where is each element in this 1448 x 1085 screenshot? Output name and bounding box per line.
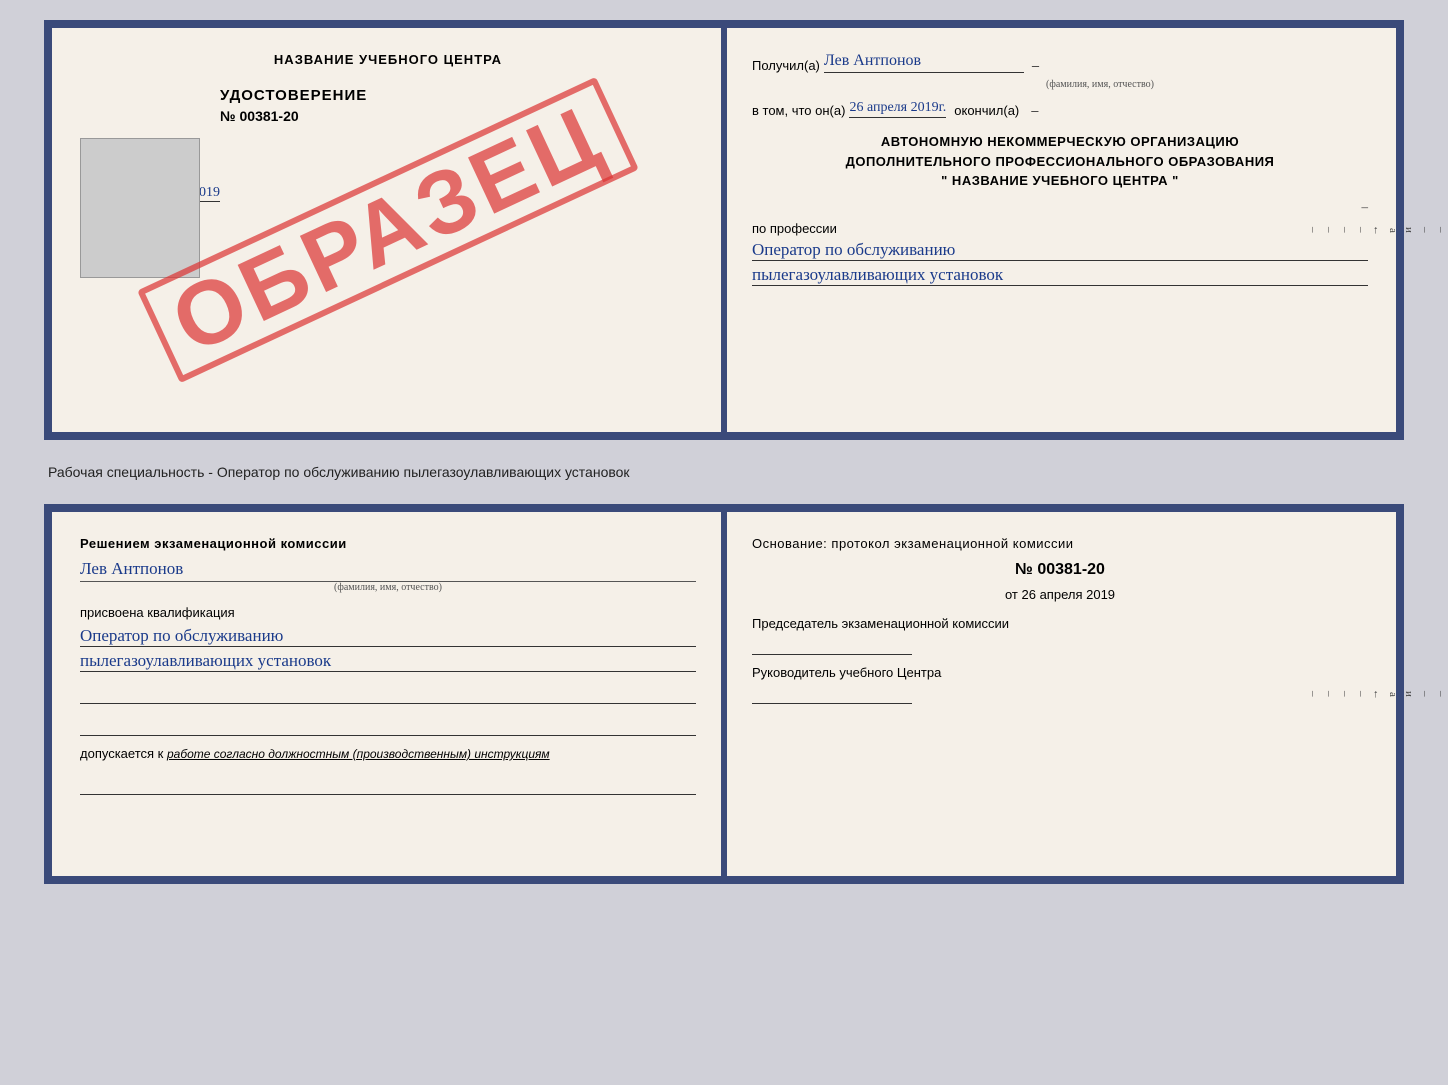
lower-right-page: Основание: протокол экзаменационной коми… (724, 512, 1396, 876)
dash1: – (1032, 58, 1039, 73)
photo-placeholder (80, 138, 200, 278)
cert-number: № 00381-20 (220, 108, 696, 124)
vtom-label: в том, что он(а) (752, 103, 845, 118)
dash3: – (752, 199, 1368, 215)
dopusk-row: допускается к работе согласно должностны… (80, 746, 696, 761)
poluchil-label: Получил(а) (752, 58, 820, 73)
org-block: АВТОНОМНУЮ НЕКОММЕРЧЕСКУЮ ОРГАНИЗАЦИЮ ДО… (752, 132, 1368, 191)
document-wrapper: НАЗВАНИЕ УЧЕБНОГО ЦЕНТРА УДОСТОВЕРЕНИЕ №… (44, 20, 1404, 884)
separator-text: Рабочая специальность - Оператор по обсл… (44, 464, 1404, 480)
cert-title: НАЗВАНИЕ УЧЕБНОГО ЦЕНТРА (80, 52, 696, 67)
okochil-label: окончил(а) (954, 103, 1019, 118)
ot-date: 26 апреля 2019 (1022, 587, 1116, 602)
lower-certificate-book: Решением экзаменационной комиссии Лев Ан… (44, 504, 1404, 884)
dopuskaetsya-label: допускается к (80, 746, 163, 761)
name-subtitle: (фамилия, имя, отчество) (832, 79, 1368, 90)
signature-line-1 (80, 676, 696, 704)
cert-middle: УДОСТОВЕРЕНИЕ № 00381-20 (220, 87, 696, 124)
recipient-row: Получил(а) Лев Антпонов – (752, 52, 1368, 73)
bold-line1: АВТОНОМНУЮ НЕКОММЕРЧЕСКУЮ ОРГАНИЗАЦИЮ (752, 132, 1368, 152)
lower-right-sidebar: – – – и а ← – – – – (1374, 512, 1396, 876)
recipient-name: Лев Антпонов (824, 52, 1024, 73)
prisvoena-label: присвоена квалификация (80, 605, 696, 620)
lower-name-subtitle: (фамилия, имя, отчество) (80, 581, 696, 593)
lower-left-page: Решением экзаменационной комиссии Лев Ан… (52, 512, 724, 876)
upper-certificate-book: НАЗВАНИЕ УЧЕБНОГО ЦЕНТРА УДОСТОВЕРЕНИЕ №… (44, 20, 1404, 440)
ot-label: от (1005, 587, 1018, 602)
predsedatel-block: Председатель экзаменационной комиссии (752, 616, 1368, 655)
profession-line2: пылегазоулавливающих установок (752, 265, 1368, 286)
predsedatel-sig-line (752, 635, 912, 655)
dash2: – (1031, 103, 1038, 118)
lower-section-title: Решением экзаменационной комиссии (80, 536, 696, 551)
lower-person-name: Лев Антпонов (80, 559, 696, 579)
po-professii-label: по профессии (752, 221, 1368, 236)
protocol-number: № 00381-20 (752, 561, 1368, 579)
bold-line3: " НАЗВАНИЕ УЧЕБНОГО ЦЕНТРА " (752, 171, 1368, 191)
dopusk-text: работе согласно должностным (производств… (167, 747, 550, 761)
udostoverenie-label: УДОСТОВЕРЕНИЕ (220, 87, 696, 104)
rukovoditel-label: Руководитель учебного Центра (752, 665, 1368, 680)
right-sidebar: – – – и а ← – – – – (1374, 28, 1396, 432)
rukovoditel-sig-line (752, 684, 912, 704)
protocol-date-row: от 26 апреля 2019 (752, 587, 1368, 602)
osnovaniye-label: Основание: протокол экзаменационной коми… (752, 536, 1368, 551)
predsedatel-label: Председатель экзаменационной комиссии (752, 616, 1368, 631)
rukovoditel-block: Руководитель учебного Центра (752, 665, 1368, 704)
lower-qual-line2: пылегазоулавливающих установок (80, 651, 696, 672)
profession-line1: Оператор по обслуживанию (752, 240, 1368, 261)
vtom-row: в том, что он(а) 26 апреля 2019г. окончи… (752, 100, 1368, 118)
bold-line2: ДОПОЛНИТЕЛЬНОГО ПРОФЕССИОНАЛЬНОГО ОБРАЗО… (752, 152, 1368, 172)
signature-line-2 (80, 708, 696, 736)
lower-qual-line1: Оператор по обслуживанию (80, 626, 696, 647)
dopusk-line (80, 767, 696, 795)
upper-left-page: НАЗВАНИЕ УЧЕБНОГО ЦЕНТРА УДОСТОВЕРЕНИЕ №… (52, 28, 724, 432)
completion-date: 26 апреля 2019г. (849, 100, 946, 118)
upper-right-page: Получил(а) Лев Антпонов – (фамилия, имя,… (724, 28, 1396, 432)
